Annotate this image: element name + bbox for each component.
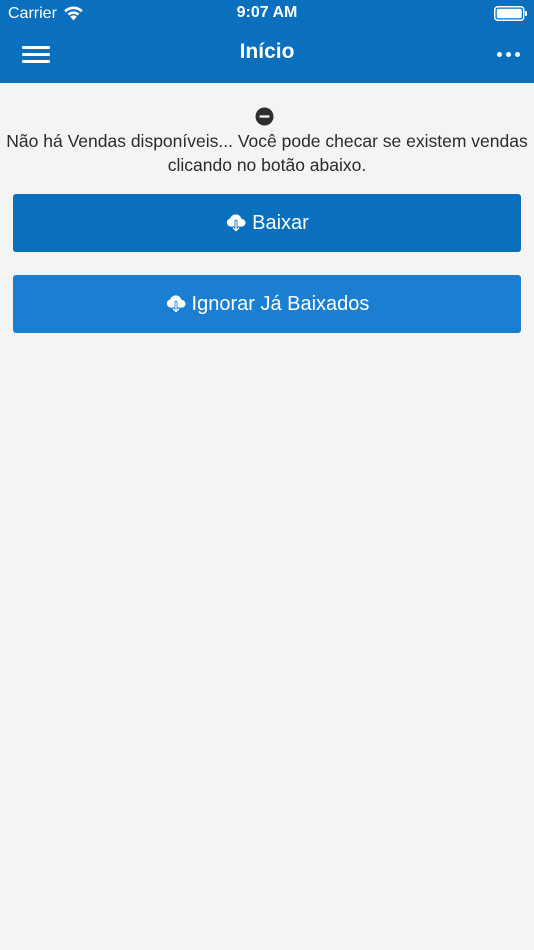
page-title: Início [239,40,295,63]
more-dots-icon[interactable] [494,50,524,60]
ignore-downloaded-button[interactable]: Ignorar Já Baixados [13,275,521,333]
ignore-downloaded-button-label: Ignorar Já Baixados [191,292,370,315]
navigation-bar: Início [0,28,534,83]
cloud-download-icon [166,295,186,314]
status-time: 9:07 AM [236,4,298,21]
download-button[interactable]: Baixar [13,194,521,252]
cloud-download-icon [227,214,246,233]
app-header: Carrier 9:07 AM Início [0,0,534,83]
empty-state-message: Não há Vendas disponíveis... Você pode c… [6,131,528,175]
download-button-label: Baixar [252,211,309,234]
minus-circle-icon [255,107,274,126]
battery-icon [494,6,527,21]
status-bar: Carrier 9:07 AM [0,0,534,28]
